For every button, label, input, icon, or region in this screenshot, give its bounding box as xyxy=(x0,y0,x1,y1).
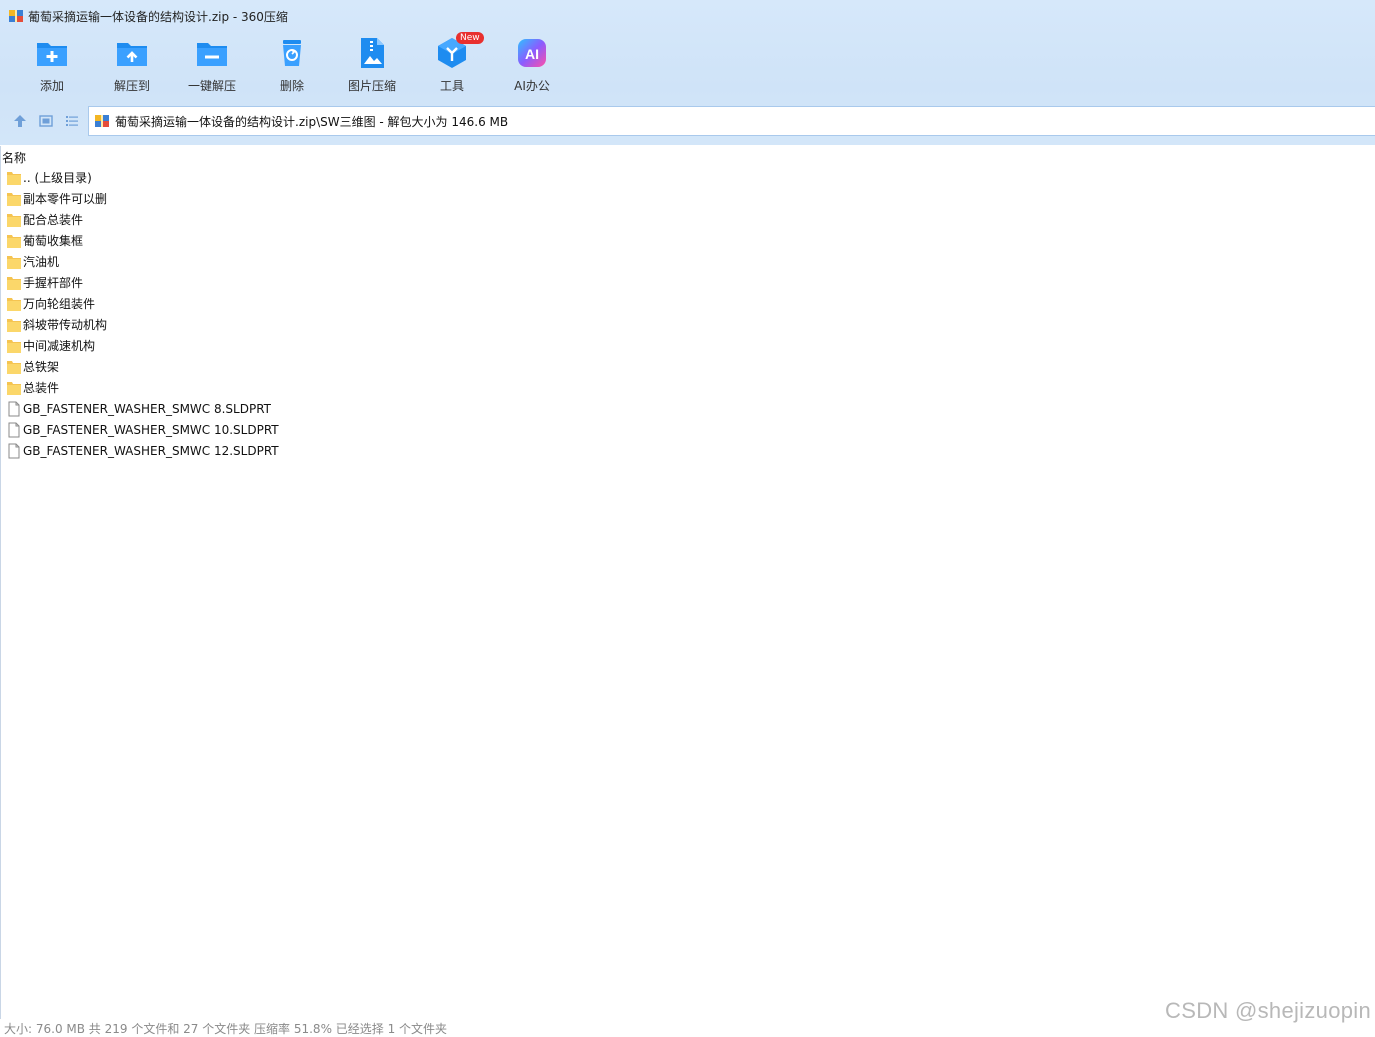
column-header-label: 名称 xyxy=(2,151,27,165)
delete-button[interactable]: 删除 xyxy=(252,36,332,98)
file-list: .. (上级目录) 副本零件可以删 配合总装件 葡萄收集框 汽油机 手握杆部件 xyxy=(0,167,1375,461)
extract-to-label: 解压到 xyxy=(113,79,150,93)
list-item-name: 万向轮组装件 xyxy=(23,297,96,311)
status-text: 大小: 76.0 MB 共 219 个文件和 27 个文件夹 压缩率 51.8%… xyxy=(4,1022,448,1036)
list-item-name: 总装件 xyxy=(23,381,60,395)
file-icon xyxy=(6,401,22,417)
list-item-folder[interactable]: 万向轮组装件 xyxy=(0,293,1375,314)
list-item-folder[interactable]: 中间减速机构 xyxy=(0,335,1375,356)
quick-extract-icon xyxy=(195,36,229,70)
list-item-name: 手握杆部件 xyxy=(23,276,84,290)
folder-icon xyxy=(6,359,22,375)
file-icon xyxy=(6,422,22,438)
list-item-name: GB_FASTENER_WASHER_SMWC 12.SLDPRT xyxy=(23,443,279,458)
new-badge: New xyxy=(456,32,484,44)
quick-extract-button[interactable]: 一键解压 xyxy=(172,36,252,98)
tools-label: 工具 xyxy=(439,79,464,93)
archive-icon xyxy=(8,8,24,24)
add-folder-icon xyxy=(35,36,69,70)
list-item-name: GB_FASTENER_WASHER_SMWC 8.SLDPRT xyxy=(23,401,271,416)
folder-icon xyxy=(6,212,22,228)
list-item-name: 葡萄收集框 xyxy=(23,234,84,248)
list-item-parent-folder[interactable]: .. (上级目录) xyxy=(0,167,1375,188)
folder-icon xyxy=(6,296,22,312)
zip-file-icon xyxy=(94,113,110,129)
folder-icon xyxy=(6,254,22,270)
list-item-name: 总铁架 xyxy=(23,360,60,374)
list-view-icon[interactable] xyxy=(60,109,84,133)
list-item-folder[interactable]: 副本零件可以删 xyxy=(0,188,1375,209)
add-label: 添加 xyxy=(39,79,64,93)
list-item-file[interactable]: GB_FASTENER_WASHER_SMWC 12.SLDPRT xyxy=(0,440,1375,461)
ai-office-label: AI办公 xyxy=(514,79,550,93)
window-title: 葡萄采摘运输一体设备的结构设计.zip - 360压缩 xyxy=(28,9,288,24)
folder-icon xyxy=(6,170,22,186)
watermark: CSDN @shejizuopin xyxy=(1165,998,1371,1023)
thumbnail-view-icon[interactable] xyxy=(34,109,58,133)
ai-office-icon: AI xyxy=(515,36,549,70)
list-item-folder[interactable]: 葡萄收集框 xyxy=(0,230,1375,251)
recycle-delete-icon xyxy=(275,36,309,70)
folder-icon xyxy=(6,191,22,207)
list-item-name: 副本零件可以删 xyxy=(23,192,108,206)
list-item-name: .. (上级目录) xyxy=(23,171,92,185)
address-path: 葡萄采摘运输一体设备的结构设计.zip\SW三维图 - 解包大小为 146.6 … xyxy=(115,114,509,129)
add-button[interactable]: 添加 xyxy=(12,36,92,98)
address-bar[interactable]: 葡萄采摘运输一体设备的结构设计.zip\SW三维图 - 解包大小为 146.6 … xyxy=(88,106,1375,136)
image-compress-button[interactable]: 图片压缩 xyxy=(332,36,412,98)
list-item-folder[interactable]: 总铁架 xyxy=(0,356,1375,377)
extract-to-button[interactable]: 解压到 xyxy=(92,36,172,98)
title-bar: 葡萄采摘运输一体设备的结构设计.zip - 360压缩 xyxy=(0,0,1375,32)
folder-icon xyxy=(6,275,22,291)
list-item-folder[interactable]: 配合总装件 xyxy=(0,209,1375,230)
list-item-name: GB_FASTENER_WASHER_SMWC 10.SLDPRT xyxy=(23,422,279,437)
list-item-folder[interactable]: 汽油机 xyxy=(0,251,1375,272)
list-item-folder[interactable]: 总装件 xyxy=(0,377,1375,398)
list-item-name: 中间减速机构 xyxy=(23,339,96,353)
list-item-name: 汽油机 xyxy=(23,255,60,269)
tools-button[interactable]: New 工具 xyxy=(412,32,492,98)
ai-office-button[interactable]: AI AI办公 xyxy=(492,36,572,98)
image-compress-icon xyxy=(355,36,389,70)
list-item-folder[interactable]: 斜坡带传动机构 xyxy=(0,314,1375,335)
list-item-file[interactable]: GB_FASTENER_WASHER_SMWC 10.SLDPRT xyxy=(0,419,1375,440)
column-header-name[interactable]: 名称 xyxy=(0,146,1375,165)
list-item-name: 斜坡带传动机构 xyxy=(23,318,108,332)
folder-icon xyxy=(6,380,22,396)
list-item-folder[interactable]: 手握杆部件 xyxy=(0,272,1375,293)
list-item-name: 配合总装件 xyxy=(23,213,84,227)
folder-icon xyxy=(6,338,22,354)
extract-folder-icon xyxy=(115,36,149,70)
file-icon xyxy=(6,443,22,459)
up-arrow-icon[interactable] xyxy=(8,109,32,133)
quick-extract-label: 一键解压 xyxy=(187,79,236,93)
image-compress-label: 图片压缩 xyxy=(347,79,396,93)
delete-label: 删除 xyxy=(279,79,304,93)
folder-icon xyxy=(6,317,22,333)
folder-icon xyxy=(6,233,22,249)
list-item-file[interactable]: GB_FASTENER_WASHER_SMWC 8.SLDPRT xyxy=(0,398,1375,419)
address-row: 葡萄采摘运输一体设备的结构设计.zip\SW三维图 - 解包大小为 146.6 … xyxy=(0,106,1375,136)
toolbar: 添加 解压到 一键解压 删除 图片压缩 New 工具 AI AI办公 xyxy=(12,32,572,98)
svg-text:AI: AI xyxy=(525,46,539,62)
